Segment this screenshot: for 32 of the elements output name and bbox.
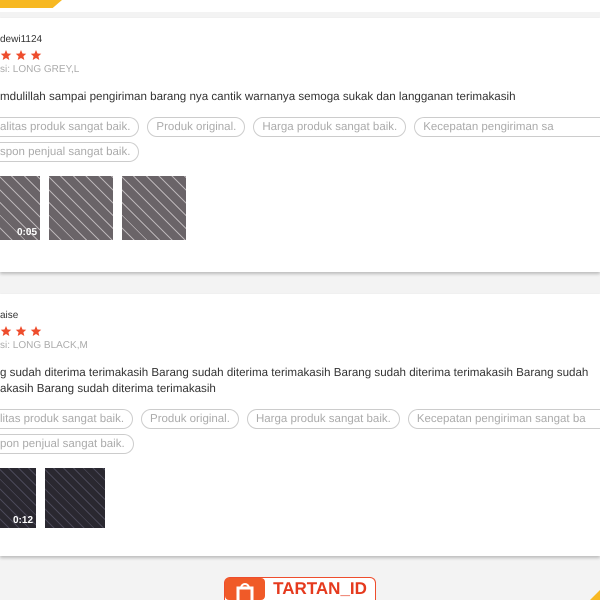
review-tag: Produk original. xyxy=(147,117,246,137)
variation-text: si: LONG BLACK,M xyxy=(0,340,88,351)
video-duration: 0:05 xyxy=(16,227,37,238)
corner-decoration xyxy=(0,0,62,8)
star-icon xyxy=(30,49,42,61)
shop-name: TARTAN_ID xyxy=(272,578,368,600)
review-comment: g sudah diterima terimakasih Barang sudah diterima terimakasih Barang sudah diterima terimakasih Barang sudah xyxy=(0,365,588,381)
video-thumbnail[interactable]: 0:12 xyxy=(0,468,36,528)
video-thumbnail[interactable]: 0:05 xyxy=(0,176,40,240)
review-tag: alitas produk sangat baik. xyxy=(0,117,140,137)
photo-placeholder[interactable] xyxy=(49,176,113,240)
review-tag: Harga produk sangat baik. xyxy=(246,409,400,429)
review-tag: litas produk sangat baik. xyxy=(0,409,134,429)
variation-text: si: LONG GREY,L xyxy=(0,64,80,75)
review-tag: Harga produk sangat baik. xyxy=(253,117,406,137)
review-tag: pon penjual sangat baik. xyxy=(0,434,134,454)
star-icon xyxy=(15,325,27,337)
review-tag: spon penjual sangat baik. xyxy=(0,142,140,162)
review-comment: mdulillah sampai pengiriman barang nya cantik warnanya semoga sukak dan langganan terimakasih xyxy=(0,89,516,105)
review-tag: Kecepatan pengiriman sangat ba xyxy=(408,409,600,429)
star-icon xyxy=(0,49,12,61)
review-tag: Kecepatan pengiriman sa xyxy=(414,117,600,137)
photo-placeholder[interactable] xyxy=(45,468,105,528)
star-icon xyxy=(30,325,42,337)
username: aise xyxy=(0,310,18,321)
review-comment: akasih Barang sudah diterima terimakasih xyxy=(0,381,216,397)
photo-placeholder[interactable] xyxy=(122,176,186,240)
username: dewi1124 xyxy=(0,34,42,45)
video-duration: 0:12 xyxy=(12,515,33,526)
star-icon xyxy=(0,325,12,337)
review-tag: Produk original. xyxy=(141,409,239,429)
star-icon xyxy=(15,49,27,61)
